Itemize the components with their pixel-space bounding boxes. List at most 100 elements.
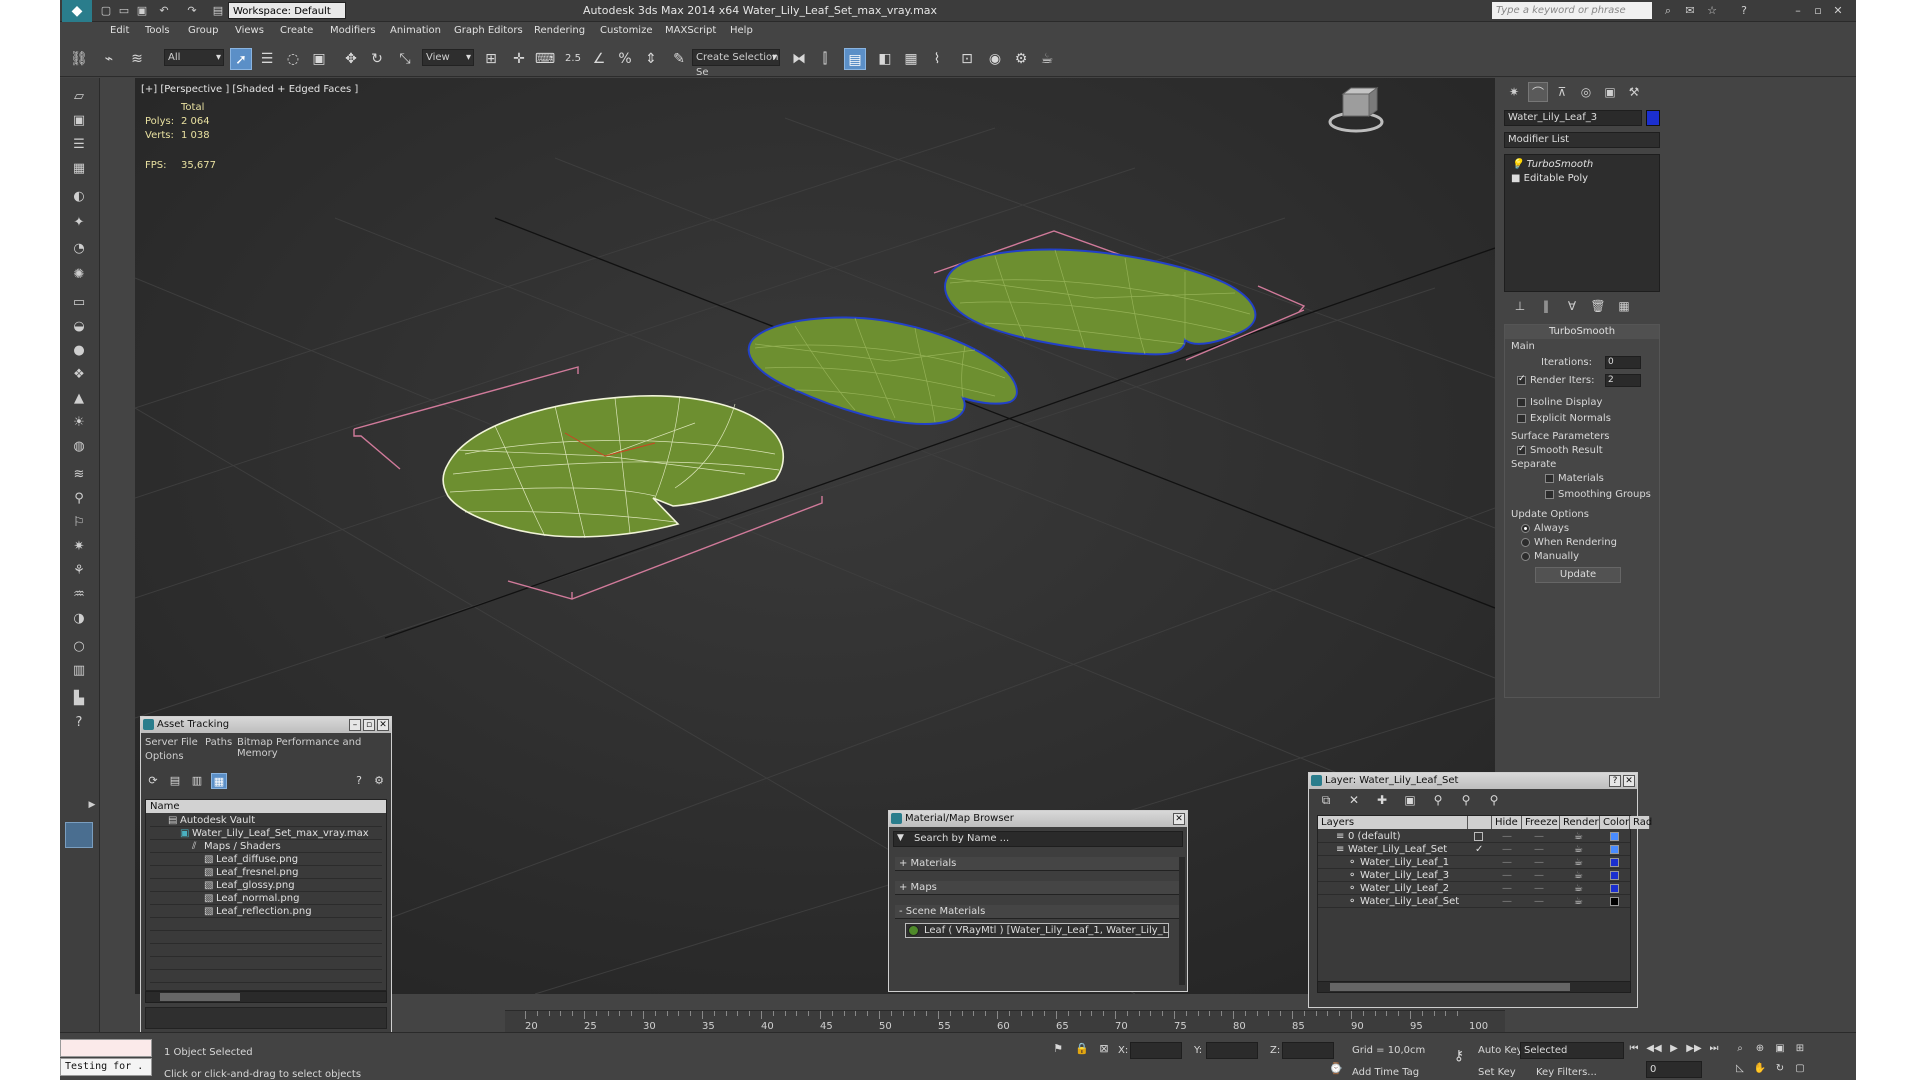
new-file-icon[interactable]: ▢: [98, 3, 114, 19]
highlight-selected-layer-icon[interactable]: ⚲: [1429, 791, 1447, 809]
section-materials[interactable]: + Materials: [895, 857, 1179, 871]
hair-fur-icon[interactable]: ♒: [68, 584, 90, 606]
teapot-render-icon[interactable]: ☕: [1574, 882, 1583, 895]
mini-listener-icon[interactable]: [65, 822, 93, 848]
x-coord-field[interactable]: [1130, 1042, 1182, 1059]
atom-icon[interactable]: ✷: [68, 536, 90, 558]
layer-row[interactable]: ⚬ Water_Lily_Leaf_3 — — ☕: [1318, 869, 1630, 882]
layer-col-freeze[interactable]: Freeze: [1522, 816, 1560, 829]
close-icon[interactable]: ✕: [1623, 775, 1635, 787]
asset-row[interactable]: ▧ Leaf_normal.png: [150, 892, 382, 905]
select-objects-in-layer-icon[interactable]: ▣: [1401, 791, 1419, 809]
select-and-move-icon[interactable]: ✥: [340, 48, 362, 70]
modify-tab-icon[interactable]: ⌒: [1528, 82, 1548, 102]
app-logo-button[interactable]: ◆: [62, 0, 92, 22]
sun-icon[interactable]: ☀: [68, 412, 90, 434]
close-icon[interactable]: ✕: [1830, 3, 1846, 19]
select-object-icon[interactable]: ➚: [230, 48, 252, 70]
delete-layer-icon[interactable]: ✕: [1345, 791, 1363, 809]
asset-menu-paths[interactable]: Paths: [205, 737, 232, 748]
asset-column-name[interactable]: Name: [146, 800, 386, 813]
orb-icon[interactable]: ◍: [68, 436, 90, 458]
layer-col-layers[interactable]: Layers: [1318, 816, 1468, 829]
utilities-tab-icon[interactable]: ⚒: [1624, 82, 1644, 102]
go-to-start-icon[interactable]: ⏮: [1626, 1041, 1642, 1057]
camera-icon[interactable]: ◐: [68, 186, 90, 208]
display-tab-icon[interactable]: ▣: [1600, 82, 1620, 102]
create-tab-icon[interactable]: ✷: [1504, 82, 1524, 102]
close-icon[interactable]: ✕: [377, 719, 389, 731]
layer-freeze-toggle[interactable]: —: [1534, 869, 1544, 882]
maxscript-listener-input[interactable]: Testing for .: [60, 1058, 152, 1076]
lock-selection-icon[interactable]: 🔒: [1074, 1041, 1090, 1057]
turbosmooth-title[interactable]: TurboSmooth: [1505, 325, 1659, 339]
isoline-display-checkbox[interactable]: [1517, 397, 1526, 407]
named-selection-dropdown[interactable]: Create Selection Se: [692, 49, 780, 78]
layer-freeze-toggle[interactable]: —: [1534, 895, 1544, 908]
help-circle-icon[interactable]: ?: [68, 712, 90, 734]
material-editor-icon[interactable]: ◉: [984, 48, 1006, 70]
asset-row[interactable]: ⫽ Maps / Shaders: [150, 840, 382, 853]
asset-row[interactable]: ▣ Water_Lily_Leaf_Set_max_vray.max: [150, 827, 382, 840]
asset-row[interactable]: ▧ Leaf_reflection.png: [150, 905, 382, 918]
render-production-icon[interactable]: ☕: [1036, 48, 1058, 70]
auto-key-button[interactable]: Auto Key: [1478, 1045, 1523, 1056]
scene-explorer-icon[interactable]: ▤: [844, 48, 866, 70]
hide-unhide-all-icon[interactable]: ⚲: [1457, 791, 1475, 809]
update-when-rendering-row[interactable]: When Rendering: [1521, 537, 1617, 548]
time-tag-icon[interactable]: ⌚: [1328, 1061, 1344, 1077]
binoculars-icon[interactable]: ⌕: [1660, 3, 1676, 19]
select-and-link-icon[interactable]: ⛓: [68, 48, 90, 70]
menu-modifiers[interactable]: Modifiers: [330, 25, 376, 36]
grid-panel-icon[interactable]: ▦: [68, 158, 90, 180]
layer-color-swatch[interactable]: [1610, 858, 1619, 867]
layer-col-rad[interactable]: Rad: [1630, 816, 1652, 829]
help-icon[interactable]: ?: [1736, 3, 1752, 19]
menu-views[interactable]: Views: [235, 25, 264, 36]
edit-named-selection-icon[interactable]: ✎: [668, 48, 690, 70]
layer-hide-toggle[interactable]: —: [1502, 843, 1512, 856]
asset-row[interactable]: ▧ Leaf_glossy.png: [150, 879, 382, 892]
maxscript-listener-output[interactable]: [60, 1039, 152, 1057]
layer-row[interactable]: ⚬ Water_Lily_Leaf_2 — — ☕: [1318, 882, 1630, 895]
layer-row[interactable]: ≡ Water_Lily_Leaf_Set — — ☕ ✓: [1318, 843, 1630, 856]
update-manually-row[interactable]: Manually: [1521, 551, 1579, 562]
stack-item-editable-poly[interactable]: ■ Editable Poly: [1511, 173, 1588, 184]
smooth-result-row[interactable]: Smooth Result: [1517, 444, 1603, 456]
zoom-icon[interactable]: ⌕: [1732, 1041, 1748, 1057]
explicit-normals-row[interactable]: Explicit Normals: [1517, 413, 1611, 424]
favorites-star-icon[interactable]: ☆: [1704, 3, 1720, 19]
layer-col-hide[interactable]: Hide: [1492, 816, 1522, 829]
previous-frame-icon[interactable]: ◀◀: [1646, 1041, 1662, 1057]
timeline-ruler[interactable]: 20 25 30 35 40 45 50 55 60 65 70 75 80 85 90 95 100: [505, 1010, 1505, 1032]
list-panel-icon[interactable]: ☰: [68, 134, 90, 156]
teapot-render-icon[interactable]: ☕: [1574, 843, 1583, 856]
play-icon[interactable]: ▶: [1666, 1041, 1682, 1057]
communication-icon[interactable]: ✉: [1682, 3, 1698, 19]
asset-row[interactable]: ▧ Leaf_fresnel.png: [150, 866, 382, 879]
select-manipulate-icon[interactable]: ✛: [508, 48, 530, 70]
spinner-snap-icon[interactable]: ⇕: [640, 48, 662, 70]
curve-editor-icon[interactable]: ⌇: [926, 48, 948, 70]
material-search-input[interactable]: Search by Name ...: [893, 831, 1183, 847]
menu-maxscript[interactable]: MAXScript: [665, 25, 716, 36]
angle-snap-icon[interactable]: ∠: [588, 48, 610, 70]
stack-item-turbosmooth[interactable]: 💡 TurboSmooth: [1511, 159, 1593, 170]
section-scene-materials[interactable]: - Scene Materials: [895, 905, 1179, 919]
layer-row[interactable]: ⚬ Water_Lily_Leaf_1 — — ☕: [1318, 856, 1630, 869]
layer-hide-toggle[interactable]: —: [1502, 856, 1512, 869]
menu-tools[interactable]: Tools: [145, 25, 170, 36]
explicit-normals-checkbox[interactable]: [1517, 413, 1526, 423]
material-browser-scrollbar[interactable]: [1179, 857, 1185, 985]
refresh-icon[interactable]: ⟳: [145, 773, 161, 789]
menu-rendering[interactable]: Rendering: [534, 25, 585, 36]
zoom-all-icon[interactable]: ⊕: [1752, 1041, 1768, 1057]
minimize-icon[interactable]: –: [349, 719, 361, 731]
asset-menu-bitmap-performance[interactable]: Bitmap Performance and Memory: [237, 737, 391, 759]
active-layer-checkbox[interactable]: [1474, 832, 1483, 841]
hierarchy-tab-icon[interactable]: ⊼: [1552, 82, 1572, 102]
zoom-extents-icon[interactable]: ▣: [1772, 1041, 1788, 1057]
asset-menu-options[interactable]: Options: [145, 751, 184, 762]
material-browser-titlebar[interactable]: Material/Map Browser ✕: [889, 811, 1187, 827]
teapot-render-icon[interactable]: ☕: [1574, 869, 1583, 882]
